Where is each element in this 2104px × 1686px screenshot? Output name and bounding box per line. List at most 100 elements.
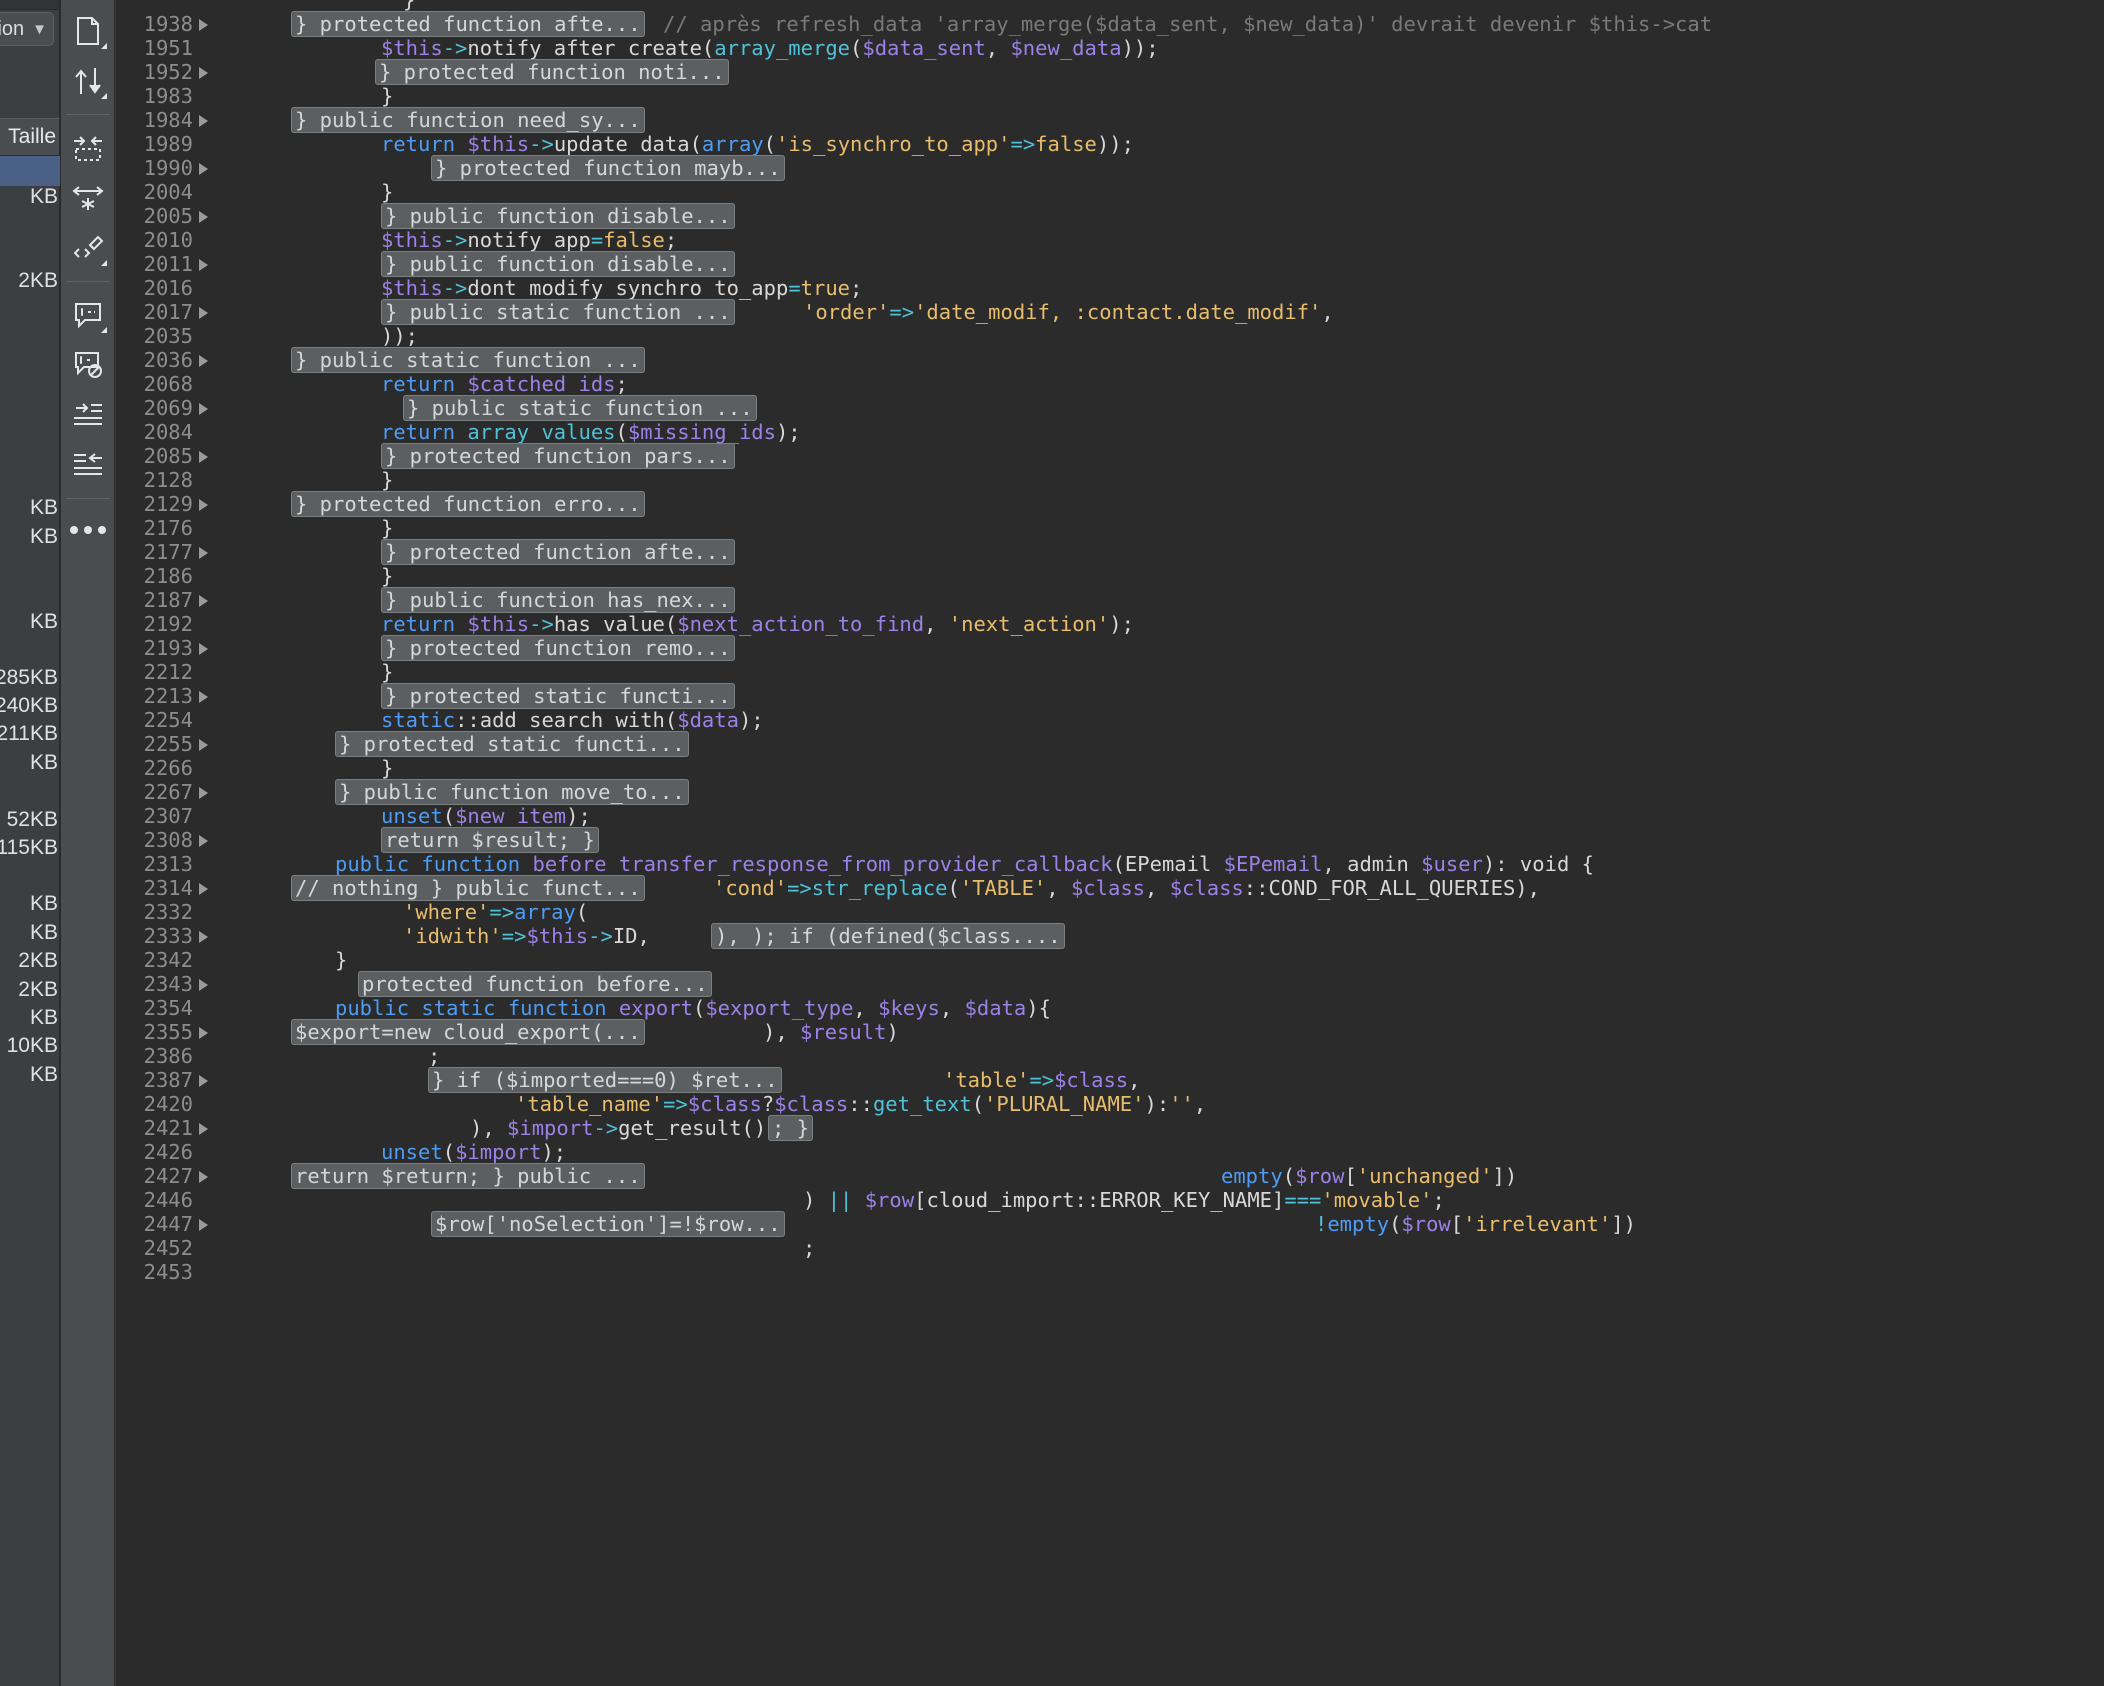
code-line[interactable]: 2420'table_name'=>$class?$class::get_tex… [115, 1092, 2104, 1116]
fold-expand-triangle-icon[interactable] [199, 739, 208, 751]
fold-expand-triangle-icon[interactable] [199, 979, 208, 991]
folded-code-block[interactable]: } public function disable... [381, 203, 735, 229]
sort-updown-icon[interactable] [65, 56, 111, 106]
code-line[interactable]: 1990} protected function mayb... [115, 156, 2104, 180]
folded-code-block[interactable]: } protected function afte... [381, 539, 735, 565]
code-line[interactable]: 2016$this->dont_modify_synchro_to_app=tr… [115, 276, 2104, 300]
folded-code-block[interactable]: } protected function pars... [381, 443, 735, 469]
code-line[interactable]: 2266} [115, 756, 2104, 780]
code-line[interactable]: 1951$this->notify_after_create(array_mer… [115, 36, 2104, 60]
code-line[interactable]: 2308return $result; } [115, 828, 2104, 852]
code-line[interactable]: 2129} protected function erro... [115, 492, 2104, 516]
code-line[interactable]: 2447$row['noSelection']=!$row...!empty($… [115, 1212, 2104, 1236]
fold-expand-triangle-icon[interactable] [199, 211, 208, 223]
code-line[interactable]: 2426unset($import); [115, 1140, 2104, 1164]
code-line[interactable]: 1938} protected function afte...// après… [115, 12, 2104, 36]
code-line[interactable]: 2128} [115, 468, 2104, 492]
code-line[interactable]: 2342} [115, 948, 2104, 972]
code-line[interactable]: 2084return array_values($missing_ids); [115, 420, 2104, 444]
folded-code-block[interactable]: $row['noSelection']=!$row... [431, 1211, 785, 1237]
more-options-icon[interactable] [65, 507, 111, 553]
code-line[interactable]: 2212} [115, 660, 2104, 684]
code-line[interactable]: 2387} if ($imported===0) $ret...'table'=… [115, 1068, 2104, 1092]
code-line[interactable]: 2011} public function disable... [115, 252, 2104, 276]
folded-code-block[interactable]: // nothing } public funct... [291, 875, 645, 901]
code-line[interactable]: 2313public function before_transfer_resp… [115, 852, 2104, 876]
code-line[interactable]: 2187} public function has_nex... [115, 588, 2104, 612]
folded-code-block[interactable]: } protected function remo... [381, 635, 735, 661]
code-line[interactable]: 2386; [115, 1044, 2104, 1068]
folded-code-block[interactable]: } public static function ... [403, 395, 757, 421]
folded-code-block[interactable]: } if ($imported===0) $ret... [428, 1067, 782, 1093]
code-line[interactable]: 2343protected function before... [115, 972, 2104, 996]
fold-expand-triangle-icon[interactable] [199, 259, 208, 271]
code-line[interactable]: 1984} public function need_sy... [115, 108, 2104, 132]
code-line[interactable]: 2354public static function export($expor… [115, 996, 2104, 1020]
fold-expand-triangle-icon[interactable] [199, 547, 208, 559]
code-line[interactable]: 2267} public function move_to... [115, 780, 2104, 804]
code-line[interactable]: 2255} protected static functi... [115, 732, 2104, 756]
fold-expand-triangle-icon[interactable] [199, 1075, 208, 1087]
folded-code-block[interactable]: } public function has_nex... [381, 587, 735, 613]
folded-code-block[interactable]: protected function before... [358, 971, 712, 997]
code-line[interactable]: 2068return $catched_ids; [115, 372, 2104, 396]
fold-expand-triangle-icon[interactable] [199, 451, 208, 463]
folded-code-block[interactable]: } public function disable... [381, 251, 735, 277]
code-line[interactable]: 2177} protected function afte... [115, 540, 2104, 564]
comment-icon[interactable] [65, 290, 111, 340]
code-line[interactable]: 1989return $this->update_data(array('is_… [115, 132, 2104, 156]
code-line[interactable]: 2085} protected function pars... [115, 444, 2104, 468]
folded-code-block[interactable]: } public static function ... [381, 299, 735, 325]
indent-right-icon[interactable] [65, 390, 111, 440]
fold-expand-triangle-icon[interactable] [199, 1123, 208, 1135]
folded-code-block[interactable]: } protected function mayb... [431, 155, 785, 181]
code-line[interactable]: 2192return $this->has_value($next_action… [115, 612, 2104, 636]
new-file-icon[interactable] [65, 6, 111, 56]
code-line[interactable]: 2307unset($new_item); [115, 804, 2104, 828]
expand-width-icon[interactable] [65, 173, 111, 223]
code-line[interactable]: 2333'idwith'=>$this->ID,), ); if (define… [115, 924, 2104, 948]
code-line[interactable]: 2427return $return; } public ...empty($r… [115, 1164, 2104, 1188]
code-line[interactable]: 2446) || $row[cloud_import::ERROR_KEY_NA… [115, 1188, 2104, 1212]
folded-code-block[interactable]: $export=new cloud_export(... [291, 1019, 645, 1045]
fold-expand-triangle-icon[interactable] [199, 19, 208, 31]
code-line[interactable]: 2017} public static function ...'order'=… [115, 300, 2104, 324]
fold-expand-triangle-icon[interactable] [199, 931, 208, 943]
code-line[interactable]: 2193} protected function remo... [115, 636, 2104, 660]
folded-code-block[interactable]: } protected function erro... [291, 491, 645, 517]
code-line[interactable]: 1983} [115, 84, 2104, 108]
fold-expand-triangle-icon[interactable] [199, 499, 208, 511]
fold-expand-triangle-icon[interactable] [199, 67, 208, 79]
code-line[interactable]: 2254static::add_search_with($data); [115, 708, 2104, 732]
folded-code-block[interactable]: } public function need_sy... [291, 107, 645, 133]
collapse-selection-icon[interactable] [65, 123, 111, 173]
code-line[interactable]: 2314// nothing } public funct...'cond'=>… [115, 876, 2104, 900]
fold-expand-triangle-icon[interactable] [199, 835, 208, 847]
fold-expand-triangle-icon[interactable] [199, 1171, 208, 1183]
folded-code-block[interactable]: } protected static functi... [335, 731, 689, 757]
code-line[interactable]: 2213} protected static functi... [115, 684, 2104, 708]
code-line[interactable]: 1952} protected function noti... [115, 60, 2104, 84]
code-line[interactable]: 2176} [115, 516, 2104, 540]
folded-code-block[interactable]: } public function move_to... [335, 779, 689, 805]
folded-code-block[interactable]: ), ); if (defined($class.... [711, 923, 1065, 949]
code-line[interactable]: 2421), $import->get_result()); } [115, 1116, 2104, 1140]
fold-expand-triangle-icon[interactable] [199, 1027, 208, 1039]
fold-expand-triangle-icon[interactable] [199, 403, 208, 415]
folded-code-block[interactable]: } protected function afte... [291, 11, 645, 37]
code-line[interactable]: 2069} public static function ... [115, 396, 2104, 420]
fold-expand-triangle-icon[interactable] [199, 691, 208, 703]
fold-expand-triangle-icon[interactable] [199, 1219, 208, 1231]
code-line[interactable]: 2005} public function disable... [115, 204, 2104, 228]
code-line[interactable]: 2035)); [115, 324, 2104, 348]
fold-expand-triangle-icon[interactable] [199, 355, 208, 367]
code-line[interactable]: 2004} [115, 180, 2104, 204]
comment-disabled-icon[interactable] [65, 340, 111, 390]
code-line[interactable]: 2186} [115, 564, 2104, 588]
fold-expand-triangle-icon[interactable] [199, 163, 208, 175]
folded-code-block[interactable]: } protected function noti... [375, 59, 729, 85]
fold-expand-triangle-icon[interactable] [199, 643, 208, 655]
folded-code-block[interactable]: } public static function ... [291, 347, 645, 373]
fold-expand-triangle-icon[interactable] [199, 115, 208, 127]
folded-code-block[interactable]: } protected static functi... [381, 683, 735, 709]
